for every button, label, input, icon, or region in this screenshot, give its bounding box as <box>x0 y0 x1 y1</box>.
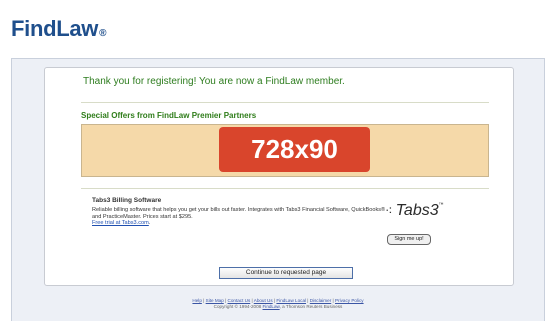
sign-me-up-button[interactable]: Sign me up! <box>387 234 431 245</box>
tabs3-swirl-icon: ⁖ <box>385 203 393 218</box>
footer-link-disclaimer[interactable]: Disclaimer <box>310 298 331 303</box>
footer-link-contact-us[interactable]: Contact Us <box>228 298 251 303</box>
divider <box>81 102 489 103</box>
divider <box>81 188 489 189</box>
site-footer: Help | Site Map | Contact Us | About Us … <box>0 298 556 310</box>
registration-confirmation: Thank you for registering! You are now a… <box>83 76 345 87</box>
banner-size-label: 728x90 <box>219 127 370 172</box>
tabs3-logo[interactable]: ⁖ Tabs3™ <box>385 202 444 220</box>
findlaw-logo[interactable]: FindLaw® <box>11 16 107 42</box>
ad-title: Tabs3 Billing Software <box>92 197 162 204</box>
ad-banner[interactable]: 728x90 <box>81 124 489 177</box>
free-trial-link[interactable]: Free trial at Tabs3.com <box>92 220 149 226</box>
continue-button[interactable]: Continue to requested page <box>219 267 353 279</box>
ad-description: Reliable billing software that helps you… <box>92 207 386 227</box>
footer-link-privacy-policy[interactable]: Privacy Policy <box>335 298 364 303</box>
footer-link-help[interactable]: Help <box>192 298 201 303</box>
registration-panel: Thank you for registering! You are now a… <box>44 67 514 286</box>
special-offers-heading: Special Offers from FindLaw Premier Part… <box>81 111 257 120</box>
footer-link-about-us[interactable]: About Us <box>254 298 273 303</box>
copyright: Copyright © 1994-2008 FindLaw, a Thomson… <box>213 304 343 309</box>
footer-link-findlaw-local[interactable]: FindLaw Local <box>276 298 306 303</box>
footer-link-site-map[interactable]: Site Map <box>206 298 224 303</box>
copyright-findlaw-link[interactable]: FindLaw <box>263 304 280 309</box>
site-header: FindLaw® <box>0 0 556 58</box>
